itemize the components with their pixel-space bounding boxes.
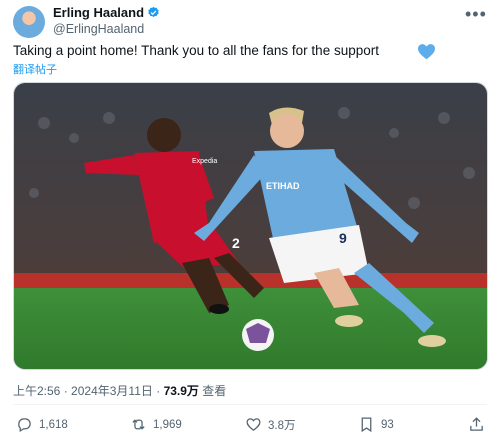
more-icon[interactable]: ••• (465, 4, 487, 25)
share-icon (470, 417, 483, 431)
share-button[interactable] (468, 416, 485, 433)
views-label: 查看 (202, 384, 227, 398)
jersey-number-blue: 9 (339, 230, 347, 246)
blue-heart-icon (418, 44, 435, 60)
tweet-time[interactable]: 上午2:56 (13, 384, 60, 398)
jersey-number-red: 2 (232, 235, 240, 251)
author-name[interactable]: Erling Haaland (53, 5, 144, 20)
sponsor-red: Expedia (192, 158, 217, 165)
reply-icon (18, 418, 31, 433)
like-button[interactable]: 3.8万 (245, 416, 296, 433)
tweet-meta: 上午2:56 · 2024年3月11日 · 73.9万 查看 (13, 384, 227, 398)
repost-button[interactable]: 1,969 (130, 416, 182, 433)
sponsor-blue: ETIHAD (266, 181, 300, 191)
bookmark-icon (361, 417, 372, 433)
author-handle[interactable]: @ErlingHaaland (53, 22, 144, 36)
translate-link[interactable]: 翻译帖子 (13, 61, 57, 77)
like-icon (246, 418, 261, 431)
repost-count: 1,969 (153, 418, 182, 431)
bookmark-button[interactable]: 93 (358, 416, 394, 433)
reply-count: 1,618 (39, 418, 68, 431)
view-count: 73.9万 (163, 384, 199, 398)
tweet-text: Taking a point home! Thank you to all th… (13, 43, 379, 58)
football (242, 319, 274, 351)
repost-icon (132, 419, 145, 430)
verified-badge-icon (148, 6, 159, 18)
like-count: 3.8万 (268, 419, 296, 432)
divider (13, 404, 487, 405)
tweet-photo[interactable]: 2 Expedia 9 ETIHAD (13, 82, 488, 370)
bookmark-count: 93 (381, 418, 394, 431)
author-avatar[interactable] (13, 6, 45, 38)
tweet-date[interactable]: 2024年3月11日 (71, 384, 153, 398)
reply-button[interactable]: 1,618 (16, 416, 68, 433)
